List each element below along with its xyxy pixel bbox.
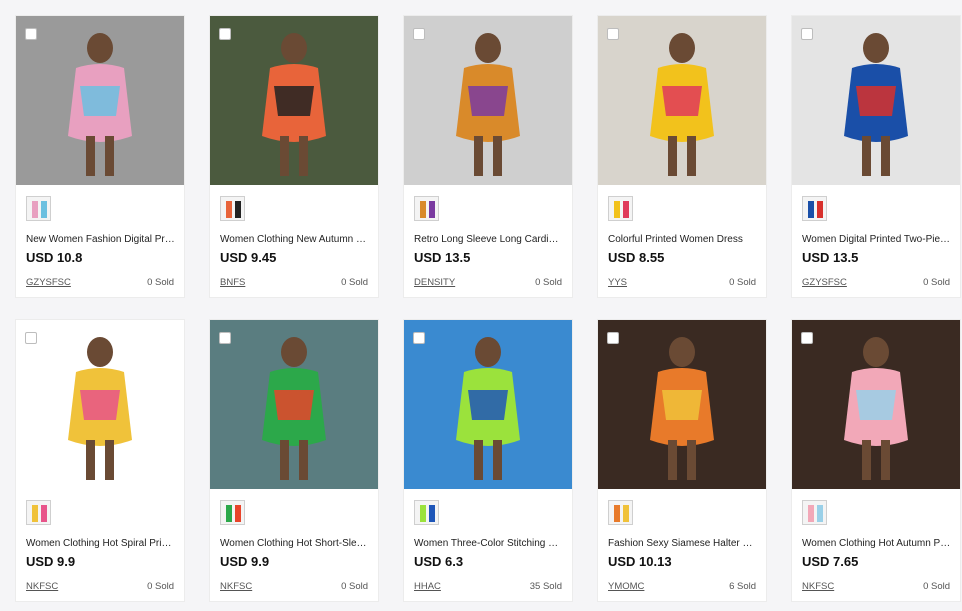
product-title[interactable]: Women Clothing Hot Spiral Print Tie-Dye … [26, 537, 176, 550]
sold-count: 0 Sold [341, 277, 368, 288]
product-price: USD 13.5 [414, 250, 471, 265]
product-price: USD 13.5 [802, 250, 859, 265]
variant-thumbnail[interactable] [608, 196, 633, 221]
variant-thumbnail[interactable] [26, 500, 51, 525]
product-title[interactable]: Fashion Sexy Siamese Halter Bikini Set [608, 537, 758, 550]
select-checkbox[interactable] [801, 28, 813, 40]
product-title[interactable]: New Women Fashion Digital Print Shirt Ca… [26, 233, 176, 246]
product-image[interactable] [598, 16, 766, 185]
variant-thumbnail[interactable] [608, 500, 633, 525]
shop-link[interactable]: NKFSC [220, 581, 252, 592]
product-card[interactable]: New Women Fashion Digital Print Shirt Ca… [15, 15, 185, 298]
product-card[interactable]: Women Clothing Hot Short-Sleeve Printed … [209, 319, 379, 602]
variant-thumbnail[interactable] [802, 196, 827, 221]
shop-link[interactable]: YMOMC [608, 581, 644, 592]
product-title[interactable]: Women Three-Color Stitching Swimsuit [414, 537, 564, 550]
product-price: USD 6.3 [414, 554, 464, 569]
product-price: USD 10.8 [26, 250, 83, 265]
product-title[interactable]: Colorful Printed Women Dress [608, 233, 758, 246]
sold-count: 35 Sold [529, 581, 562, 592]
product-price: USD 10.13 [608, 554, 672, 569]
select-checkbox[interactable] [25, 332, 37, 344]
sold-count: 0 Sold [729, 277, 756, 288]
product-image[interactable] [792, 16, 960, 185]
select-checkbox[interactable] [607, 28, 619, 40]
product-title[interactable]: Women Clothing Hot Autumn Printed Jumpsu… [802, 537, 952, 550]
product-image[interactable] [792, 320, 960, 489]
shop-link[interactable]: GZYSFSC [802, 277, 847, 288]
shop-link[interactable]: BNFS [220, 277, 245, 288]
variant-thumbnail[interactable] [414, 196, 439, 221]
sold-count: 0 Sold [147, 581, 174, 592]
product-title[interactable]: Retro Long Sleeve Long Cardigan Tie-Dye … [414, 233, 564, 246]
select-checkbox[interactable] [219, 28, 231, 40]
product-title[interactable]: Women Clothing New Autumn Printed Two-Pi… [220, 233, 370, 246]
product-image[interactable] [404, 16, 572, 185]
product-price: USD 9.9 [220, 554, 270, 569]
select-checkbox[interactable] [413, 332, 425, 344]
shop-link[interactable]: YYS [608, 277, 627, 288]
variant-thumbnail[interactable] [220, 196, 245, 221]
product-card[interactable]: Women Three-Color Stitching Swimsuit USD… [403, 319, 573, 602]
sold-count: 0 Sold [341, 581, 368, 592]
sold-count: 0 Sold [923, 277, 950, 288]
product-card[interactable]: Fashion Sexy Siamese Halter Bikini Set U… [597, 319, 767, 602]
shop-link[interactable]: DENSITY [414, 277, 455, 288]
product-title[interactable]: Women Digital Printed Two-Piece Set [802, 233, 952, 246]
product-image[interactable] [210, 320, 378, 489]
product-card[interactable]: Women Clothing Hot Autumn Printed Jumpsu… [791, 319, 961, 602]
product-image[interactable] [16, 320, 184, 489]
select-checkbox[interactable] [413, 28, 425, 40]
sold-count: 0 Sold [923, 581, 950, 592]
variant-thumbnail[interactable] [26, 196, 51, 221]
select-checkbox[interactable] [25, 28, 37, 40]
variant-thumbnail[interactable] [220, 500, 245, 525]
sold-count: 0 Sold [535, 277, 562, 288]
product-image[interactable] [598, 320, 766, 489]
select-checkbox[interactable] [801, 332, 813, 344]
shop-link[interactable]: NKFSC [26, 581, 58, 592]
select-checkbox[interactable] [607, 332, 619, 344]
variant-thumbnail[interactable] [802, 500, 827, 525]
shop-link[interactable]: HHAC [414, 581, 441, 592]
product-card[interactable]: Colorful Printed Women Dress USD 8.55 YY… [597, 15, 767, 298]
product-card[interactable]: Women Clothing Hot Spiral Print Tie-Dye … [15, 319, 185, 602]
product-price: USD 8.55 [608, 250, 665, 265]
product-card[interactable]: Women Clothing New Autumn Printed Two-Pi… [209, 15, 379, 298]
shop-link[interactable]: NKFSC [802, 581, 834, 592]
select-checkbox[interactable] [219, 332, 231, 344]
product-image[interactable] [210, 16, 378, 185]
product-price: USD 9.45 [220, 250, 277, 265]
product-price: USD 7.65 [802, 554, 859, 569]
product-card[interactable]: Retro Long Sleeve Long Cardigan Tie-Dye … [403, 15, 573, 298]
sold-count: 0 Sold [147, 277, 174, 288]
variant-thumbnail[interactable] [414, 500, 439, 525]
product-image[interactable] [16, 16, 184, 185]
product-title[interactable]: Women Clothing Hot Short-Sleeve Printed … [220, 537, 370, 550]
product-price: USD 9.9 [26, 554, 76, 569]
product-image[interactable] [404, 320, 572, 489]
sold-count: 6 Sold [729, 581, 756, 592]
shop-link[interactable]: GZYSFSC [26, 277, 71, 288]
product-card[interactable]: Women Digital Printed Two-Piece Set USD … [791, 15, 961, 298]
